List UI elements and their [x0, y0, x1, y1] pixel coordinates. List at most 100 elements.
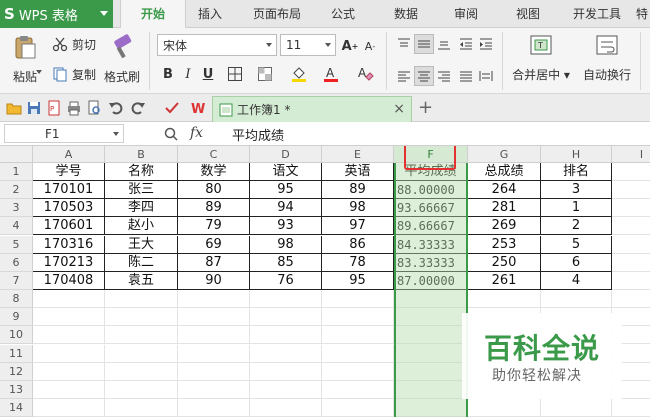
cell-d6[interactable]: 85: [250, 253, 322, 272]
cell-d11[interactable]: [250, 344, 322, 363]
cell-b9[interactable]: [105, 308, 178, 327]
tab-view[interactable]: 视图: [506, 0, 550, 28]
cell-f12[interactable]: [394, 362, 468, 381]
tab-formulas[interactable]: 公式: [320, 0, 366, 28]
cell-g6[interactable]: 250: [468, 253, 541, 272]
cell-d2[interactable]: 95: [250, 181, 322, 200]
cell-e3[interactable]: 98: [322, 199, 394, 218]
cut-button[interactable]: 剪切: [52, 34, 96, 54]
column-header-e[interactable]: E: [322, 146, 394, 163]
cell-b4[interactable]: 赵小: [105, 217, 178, 236]
cell-e9[interactable]: [322, 308, 394, 327]
shrink-font-button[interactable]: A-: [360, 36, 380, 56]
wrap-text-button[interactable]: 自动换行: [578, 34, 636, 88]
cell-i6[interactable]: [612, 254, 650, 272]
cell-d1[interactable]: 语文: [250, 163, 322, 181]
row-header-2[interactable]: 2: [0, 181, 33, 200]
cell-c10[interactable]: [178, 326, 250, 345]
cell-c6[interactable]: 87: [178, 253, 250, 272]
cell-g2[interactable]: 264: [468, 181, 541, 200]
cell-b6[interactable]: 陈二: [105, 253, 178, 272]
cell-i3[interactable]: [612, 199, 650, 218]
cell-a10[interactable]: [33, 326, 105, 345]
font-name-combo[interactable]: 宋体: [157, 34, 277, 56]
align-left-icon[interactable]: [394, 66, 414, 86]
cell-a8[interactable]: [33, 290, 105, 309]
new-tab-icon[interactable]: +: [418, 97, 433, 118]
cell-b7[interactable]: 袁五: [105, 271, 178, 290]
cell-i7[interactable]: [612, 272, 650, 290]
cell-a11[interactable]: [33, 344, 105, 363]
cell-f5[interactable]: 84.33333: [394, 235, 468, 254]
cell-d5[interactable]: 98: [250, 235, 322, 254]
cell-c3[interactable]: 89: [178, 199, 250, 218]
name-box[interactable]: F1: [4, 124, 124, 143]
row-header-13[interactable]: 13: [0, 380, 33, 399]
document-tab[interactable]: 工作簿1 * ×: [212, 96, 412, 122]
cell-i5[interactable]: [612, 236, 650, 254]
merge-center-button[interactable]: T 合并居中 ▾: [510, 34, 572, 88]
tab-home[interactable]: 开始: [120, 0, 186, 29]
row-header-12[interactable]: 12: [0, 362, 33, 381]
increase-indent-icon[interactable]: [476, 34, 496, 54]
cell-f7[interactable]: 87.00000: [394, 271, 468, 290]
cell-i14[interactable]: [612, 399, 650, 417]
close-icon[interactable]: ×: [393, 101, 405, 117]
cell-e10[interactable]: [322, 326, 394, 345]
underline-button[interactable]: U: [198, 64, 218, 84]
cell-d9[interactable]: [250, 308, 322, 327]
cell-f6[interactable]: 83.33333: [394, 253, 468, 272]
column-header-g[interactable]: G: [468, 146, 541, 163]
cell-a5[interactable]: 170316: [33, 235, 105, 254]
cell-b3[interactable]: 李四: [105, 199, 178, 218]
cell-i1[interactable]: [612, 163, 650, 181]
cell-e6[interactable]: 78: [322, 253, 394, 272]
cell-e8[interactable]: [322, 290, 394, 309]
cell-g7[interactable]: 261: [468, 271, 541, 290]
clear-format-button[interactable]: A: [352, 64, 378, 84]
cell-g8[interactable]: [468, 290, 541, 309]
customize-toolbar-icon[interactable]: [164, 100, 180, 116]
zoom-icon[interactable]: [164, 127, 178, 141]
cell-f8[interactable]: [394, 290, 468, 309]
tab-review[interactable]: 审阅: [444, 0, 488, 28]
paste-button[interactable]: 粘贴: [8, 34, 42, 88]
cell-f2[interactable]: 88.00000: [394, 181, 468, 200]
row-header-9[interactable]: 9: [0, 308, 33, 327]
cell-b13[interactable]: [105, 380, 178, 399]
cell-h14[interactable]: [541, 398, 612, 417]
align-right-icon[interactable]: [434, 66, 454, 86]
tab-developer[interactable]: 开发工具: [566, 0, 628, 28]
cell-e1[interactable]: 英语: [322, 163, 394, 181]
align-top-icon[interactable]: [394, 34, 414, 54]
cell-e13[interactable]: [322, 380, 394, 399]
app-menu-button[interactable]: S WPS 表格: [0, 0, 113, 28]
cell-c11[interactable]: [178, 344, 250, 363]
fx-icon[interactable]: fx: [190, 125, 203, 141]
cell-i4[interactable]: [612, 217, 650, 236]
format-painter-button[interactable]: 格式刷: [102, 34, 142, 88]
cell-g1[interactable]: 总成绩: [468, 163, 541, 181]
column-header-d[interactable]: D: [250, 146, 322, 163]
font-color-button[interactable]: A: [318, 64, 344, 84]
cell-d10[interactable]: [250, 326, 322, 345]
cell-d4[interactable]: 93: [250, 217, 322, 236]
cell-f4[interactable]: 89.66667: [394, 217, 468, 236]
column-header-b[interactable]: B: [105, 146, 178, 163]
cell-g14[interactable]: [468, 398, 541, 417]
cell-d7[interactable]: 76: [250, 271, 322, 290]
cell-b10[interactable]: [105, 326, 178, 345]
cell-d12[interactable]: [250, 362, 322, 381]
cell-a1[interactable]: 学号: [33, 163, 105, 181]
cell-a3[interactable]: 170503: [33, 199, 105, 218]
cell-e11[interactable]: [322, 344, 394, 363]
cell-h6[interactable]: 6: [541, 253, 612, 272]
cell-h1[interactable]: 排名: [541, 163, 612, 181]
cell-g4[interactable]: 269: [468, 217, 541, 236]
cell-c7[interactable]: 90: [178, 271, 250, 290]
cell-h3[interactable]: 1: [541, 199, 612, 218]
cell-e14[interactable]: [322, 398, 394, 417]
cell-a4[interactable]: 170601: [33, 217, 105, 236]
cell-e12[interactable]: [322, 362, 394, 381]
cell-h8[interactable]: [541, 290, 612, 309]
